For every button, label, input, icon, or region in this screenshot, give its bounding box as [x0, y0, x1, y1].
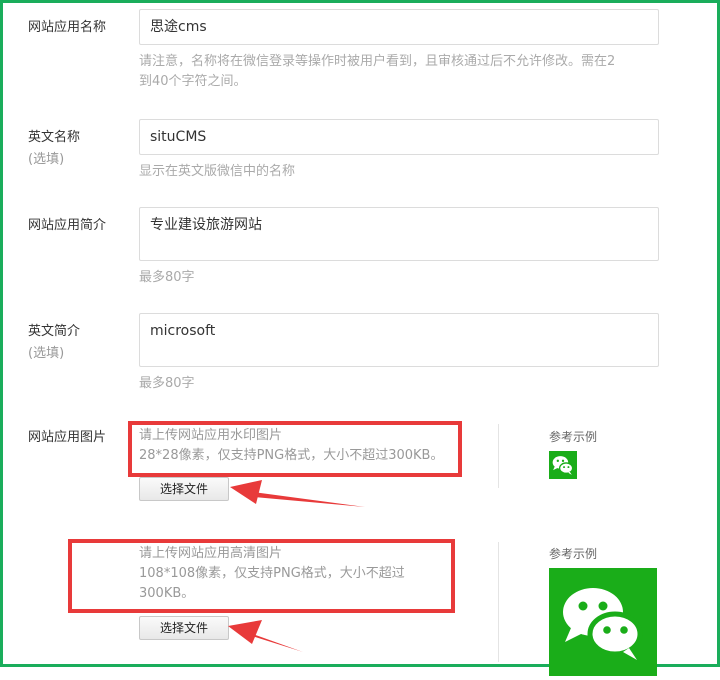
- app-name-input[interactable]: 思途cms: [139, 9, 659, 45]
- hd-arrow-annotation: [228, 620, 303, 652]
- en-name-hint: 显示在英文版微信中的名称: [139, 164, 296, 179]
- intro-hint: 最多80字: [139, 270, 195, 285]
- en-intro-optional: (选填): [28, 346, 65, 361]
- intro-label: 网站应用简介: [28, 218, 107, 233]
- hd-highlight-box: [68, 539, 455, 613]
- en-intro-label: 英文简介: [28, 324, 81, 339]
- wechat-logo-small-icon: [549, 451, 577, 479]
- en-name-input[interactable]: situCMS: [139, 119, 659, 155]
- watermark-choose-file-button[interactable]: 选择文件: [139, 477, 229, 501]
- app-name-hint: 请注意，名称将在微信登录等操作时被用户看到，且审核通过后不允许修改。需在2 到4…: [139, 54, 616, 89]
- hd-divider: [498, 542, 499, 662]
- watermark-divider: [498, 424, 499, 488]
- intro-textarea[interactable]: 专业建设旅游网站: [139, 207, 659, 261]
- app-image-label: 网站应用图片: [28, 430, 107, 445]
- en-intro-textarea[interactable]: microsoft: [139, 313, 659, 367]
- app-name-label: 网站应用名称: [28, 20, 107, 35]
- en-name-label: 英文名称: [28, 130, 81, 145]
- watermark-ref-label: 参考示例: [549, 430, 598, 444]
- watermark-arrow-annotation: [230, 480, 365, 507]
- hd-ref-label: 参考示例: [549, 547, 598, 561]
- hd-choose-file-button[interactable]: 选择文件: [139, 616, 229, 640]
- watermark-highlight-box: [128, 421, 462, 477]
- en-name-optional: (选填): [28, 152, 65, 167]
- en-intro-hint: 最多80字: [139, 376, 195, 391]
- wechat-logo-large-icon: [549, 568, 657, 676]
